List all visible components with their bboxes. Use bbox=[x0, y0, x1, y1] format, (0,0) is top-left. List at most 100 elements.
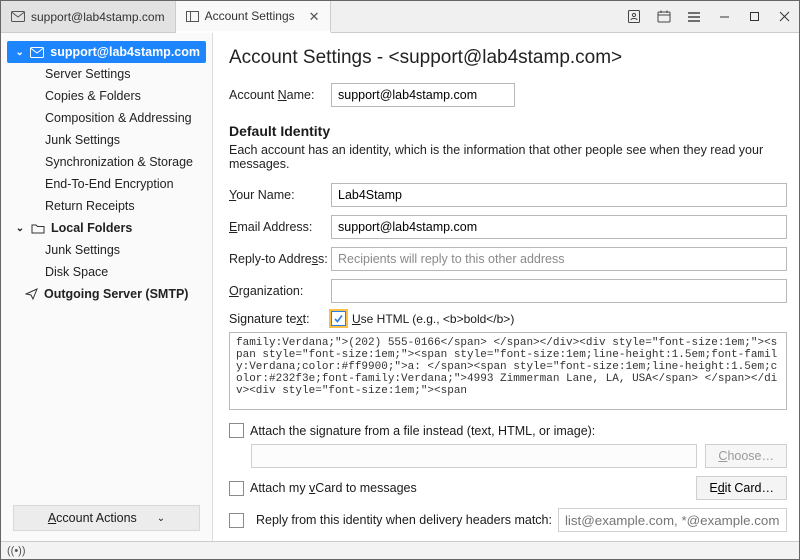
titlebar-spacer bbox=[331, 1, 619, 32]
your-name-input[interactable] bbox=[331, 183, 787, 207]
tree-item-smtp[interactable]: Outgoing Server (SMTP) bbox=[7, 283, 206, 305]
tree-item-sync-storage[interactable]: Synchronization & Storage bbox=[7, 151, 206, 173]
identity-description: Each account has an identity, which is t… bbox=[229, 143, 787, 171]
attach-vcard-checkbox[interactable] bbox=[229, 481, 244, 496]
tree-label: Local Folders bbox=[51, 221, 132, 235]
attach-file-label: Attach the signature from a file instead… bbox=[250, 424, 595, 438]
account-actions-button[interactable]: Account Actions ⌄ bbox=[13, 505, 200, 531]
use-html-checkbox[interactable] bbox=[331, 311, 346, 326]
reply-identity-label: Reply from this identity when delivery h… bbox=[256, 513, 552, 527]
close-icon bbox=[779, 11, 790, 22]
signature-file-row: Choose… bbox=[229, 444, 787, 468]
account-tree: ⌄ support@lab4stamp.com Server Settings … bbox=[7, 41, 206, 499]
send-icon bbox=[25, 288, 38, 300]
tree-item-composition[interactable]: Composition & Addressing bbox=[7, 107, 206, 129]
attach-vcard-label: Attach my vCard to messages bbox=[250, 481, 417, 495]
mail-icon bbox=[11, 11, 25, 22]
maximize-button[interactable] bbox=[739, 1, 769, 33]
organization-label: Organization: bbox=[229, 284, 331, 298]
main-panel[interactable]: Account Settings - <support@lab4stamp.co… bbox=[213, 33, 799, 541]
chevron-down-icon: ⌄ bbox=[157, 513, 165, 524]
page-title-prefix: Account Settings - bbox=[229, 47, 388, 68]
vcard-row: Attach my vCard to messages Edit Card… bbox=[229, 476, 787, 500]
chevron-down-icon: ⌄ bbox=[15, 47, 24, 58]
minimize-button[interactable] bbox=[709, 1, 739, 33]
chevron-down-icon: ⌄ bbox=[15, 223, 25, 234]
tree-item-account[interactable]: ⌄ support@lab4stamp.com bbox=[7, 41, 206, 63]
email-row: Email Address: bbox=[229, 215, 787, 239]
app-menu-button[interactable] bbox=[679, 1, 709, 33]
reply-identity-input[interactable] bbox=[558, 508, 787, 532]
your-name-label: Your Name: bbox=[229, 188, 331, 202]
reply-identity-row: Reply from this identity when delivery h… bbox=[229, 508, 787, 532]
account-actions-label: Account Actions bbox=[48, 511, 137, 525]
tab-account-settings[interactable]: Account Settings ✕ bbox=[176, 1, 331, 33]
tree-item-return-receipts[interactable]: Return Receipts bbox=[7, 195, 206, 217]
tree-label: Server Settings bbox=[45, 67, 130, 81]
signature-file-input bbox=[251, 444, 697, 468]
edit-card-button[interactable]: Edit Card… bbox=[696, 476, 787, 500]
tree-item-disk-space[interactable]: Disk Space bbox=[7, 261, 206, 283]
organization-input[interactable] bbox=[331, 279, 787, 303]
maximize-icon bbox=[749, 11, 760, 22]
statusbar: ((•)) bbox=[1, 541, 799, 559]
tab-label: Account Settings bbox=[205, 9, 295, 23]
body: ⌄ support@lab4stamp.com Server Settings … bbox=[1, 33, 799, 541]
tree-label: End-To-End Encryption bbox=[45, 177, 174, 191]
app-window: support@lab4stamp.com Account Settings ✕ bbox=[0, 0, 800, 560]
tree-label: Copies & Folders bbox=[45, 89, 141, 103]
tree-item-junk-settings[interactable]: Junk Settings bbox=[7, 129, 206, 151]
tree-label: Junk Settings bbox=[45, 133, 120, 147]
tree-label: Return Receipts bbox=[45, 199, 135, 213]
tree-item-local-folders[interactable]: ⌄ Local Folders bbox=[7, 217, 206, 239]
settings-panel-icon bbox=[186, 11, 199, 22]
tree-label: Outgoing Server (SMTP) bbox=[44, 287, 188, 301]
close-tab-icon[interactable]: ✕ bbox=[309, 10, 320, 23]
tree-item-local-junk[interactable]: Junk Settings bbox=[7, 239, 206, 261]
tree-label: support@lab4stamp.com bbox=[50, 45, 200, 59]
titlebar: support@lab4stamp.com Account Settings ✕ bbox=[1, 1, 799, 33]
mail-icon bbox=[30, 47, 44, 58]
email-label: Email Address: bbox=[229, 220, 331, 234]
page-title-email: <support@lab4stamp.com> bbox=[388, 47, 622, 68]
account-name-input[interactable] bbox=[331, 83, 515, 107]
address-book-icon bbox=[627, 10, 641, 23]
calendar-button[interactable] bbox=[649, 1, 679, 33]
tree-label: Synchronization & Storage bbox=[45, 155, 193, 169]
use-html-label: Use HTML (e.g., <b>bold</b>) bbox=[352, 312, 514, 326]
window-buttons bbox=[619, 1, 799, 32]
folder-icon bbox=[31, 223, 45, 234]
close-window-button[interactable] bbox=[769, 1, 799, 33]
tree-item-copies-folders[interactable]: Copies & Folders bbox=[7, 85, 206, 107]
tree-item-server-settings[interactable]: Server Settings bbox=[7, 63, 206, 85]
tree-label: Disk Space bbox=[45, 265, 108, 279]
attach-file-row: Attach the signature from a file instead… bbox=[229, 423, 787, 438]
choose-file-button: Choose… bbox=[705, 444, 787, 468]
account-name-row: Account Name: bbox=[229, 83, 787, 107]
reply-identity-checkbox[interactable] bbox=[229, 513, 244, 528]
tree-label: Junk Settings bbox=[45, 243, 120, 257]
replyto-label: Reply-to Address: bbox=[229, 252, 331, 266]
tree-label: Composition & Addressing bbox=[45, 111, 192, 125]
tab-label: support@lab4stamp.com bbox=[31, 10, 165, 24]
replyto-row: Reply-to Address: bbox=[229, 247, 787, 271]
tab-mail-account[interactable]: support@lab4stamp.com bbox=[1, 1, 176, 32]
default-identity-heading: Default Identity bbox=[229, 123, 787, 139]
organization-row: Organization: bbox=[229, 279, 787, 303]
sidebar: ⌄ support@lab4stamp.com Server Settings … bbox=[1, 33, 213, 541]
account-name-label: Account Name: bbox=[229, 88, 331, 102]
addressbook-button[interactable] bbox=[619, 1, 649, 33]
attach-file-checkbox[interactable] bbox=[229, 423, 244, 438]
your-name-row: Your Name: bbox=[229, 183, 787, 207]
minimize-icon bbox=[719, 11, 730, 22]
check-icon bbox=[333, 313, 344, 324]
signature-options-row: Signature text: Use HTML (e.g., <b>bold<… bbox=[229, 311, 787, 326]
email-input[interactable] bbox=[331, 215, 787, 239]
hamburger-icon bbox=[687, 11, 701, 23]
replyto-input[interactable] bbox=[331, 247, 787, 271]
page-title: Account Settings - <support@lab4stamp.co… bbox=[229, 47, 787, 69]
signature-textarea[interactable] bbox=[229, 332, 787, 410]
connection-icon[interactable]: ((•)) bbox=[7, 545, 26, 557]
signature-text-label: Signature text: bbox=[229, 312, 331, 326]
tree-item-e2e-encryption[interactable]: End-To-End Encryption bbox=[7, 173, 206, 195]
